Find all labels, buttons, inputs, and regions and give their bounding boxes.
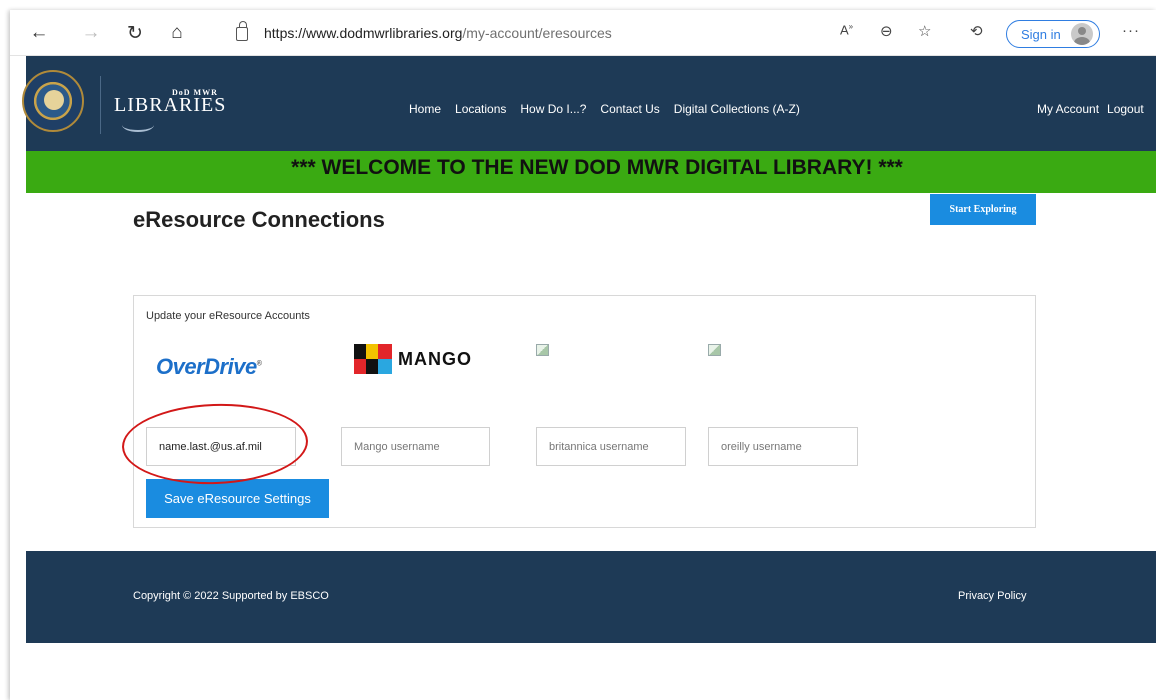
welcome-banner-text: *** WELCOME TO THE NEW DOD MWR DIGITAL L… <box>291 156 903 179</box>
favorites-star-icon[interactable]: ☆ <box>918 22 931 40</box>
zoom-icon[interactable]: ⊖ <box>880 22 893 40</box>
overdrive-username-input[interactable] <box>146 427 296 466</box>
main-nav: Home Locations How Do I...? Contact Us D… <box>409 102 800 116</box>
overdrive-logo-text: OverDrive <box>156 354 257 379</box>
site-footer: Copyright © 2022 Supported by EBSCO Priv… <box>26 551 1156 643</box>
logo-divider <box>100 76 101 134</box>
account-nav: My Account Logout <box>1037 102 1144 116</box>
start-exploring-button[interactable]: Start Exploring <box>930 194 1036 225</box>
more-options-icon[interactable]: ··· <box>1122 22 1140 39</box>
url-host: https://www.dodmwrlibraries.org <box>264 25 463 41</box>
nav-locations[interactable]: Locations <box>455 102 506 116</box>
back-arrow-icon[interactable]: ← <box>26 20 52 46</box>
site-logo[interactable]: DoD MWR LIBRARIES <box>114 88 227 117</box>
nav-digital-collections[interactable]: Digital Collections (A-Z) <box>674 102 800 116</box>
sign-in-button[interactable]: Sign in <box>1006 20 1100 48</box>
overdrive-logo: OverDrive® <box>156 354 262 379</box>
save-eresource-settings-button[interactable]: Save eResource Settings <box>146 479 329 518</box>
url-path: /my-account/eresources <box>462 25 612 41</box>
history-icon[interactable]: ⟲ <box>970 22 983 40</box>
mango-mark-icon <box>354 344 392 374</box>
avatar-icon <box>1070 23 1093 45</box>
welcome-banner: *** WELCOME TO THE NEW DOD MWR DIGITAL L… <box>26 151 1156 193</box>
page-title: eResource Connections <box>133 207 385 232</box>
britannica-username-input[interactable] <box>536 427 686 466</box>
mango-logo-text: MANGO <box>398 348 472 369</box>
lock-icon <box>236 21 248 41</box>
nav-contact-us[interactable]: Contact Us <box>600 102 659 116</box>
oreilly-username-input[interactable] <box>708 427 858 466</box>
sign-in-label: Sign in <box>1021 26 1061 42</box>
logo-big-text: LIBRARIES <box>114 94 227 116</box>
refresh-icon[interactable]: ↻ <box>122 20 148 46</box>
nav-home[interactable]: Home <box>409 102 441 116</box>
copyright-text: Copyright © 2022 Supported by EBSCO <box>133 590 329 602</box>
mango-username-input[interactable] <box>341 427 490 466</box>
address-bar[interactable]: https://www.dodmwrlibraries.org/my-accou… <box>222 19 822 47</box>
dod-seal-logo <box>22 70 84 132</box>
nav-my-account[interactable]: My Account <box>1037 102 1099 116</box>
eresource-panel: Update your eResource Accounts OverDrive… <box>120 295 1036 528</box>
browser-toolbar: ← → ↻ ⌂ https://www.dodmwrlibraries.org /… <box>10 10 1156 56</box>
logo-swoosh <box>122 118 154 132</box>
nav-how-do-i[interactable]: How Do I...? <box>520 102 586 116</box>
britannica-logo-broken-image-icon <box>536 344 549 356</box>
home-icon[interactable]: ⌂ <box>164 20 190 46</box>
mango-logo: MANGO <box>354 344 472 374</box>
forward-arrow-icon[interactable]: → <box>78 20 104 46</box>
read-aloud-icon[interactable]: A» <box>840 22 853 37</box>
logo-small-text: DoD MWR <box>172 88 218 97</box>
privacy-policy-link[interactable]: Privacy Policy <box>958 590 1026 602</box>
panel-label: Update your eResource Accounts <box>146 310 310 322</box>
browser-window: ← → ↻ ⌂ https://www.dodmwrlibraries.org /… <box>10 10 1156 700</box>
nav-logout[interactable]: Logout <box>1107 102 1144 116</box>
oreilly-logo-broken-image-icon <box>708 344 721 356</box>
site-header: DoD MWR LIBRARIES Home Locations How Do … <box>22 56 1156 151</box>
